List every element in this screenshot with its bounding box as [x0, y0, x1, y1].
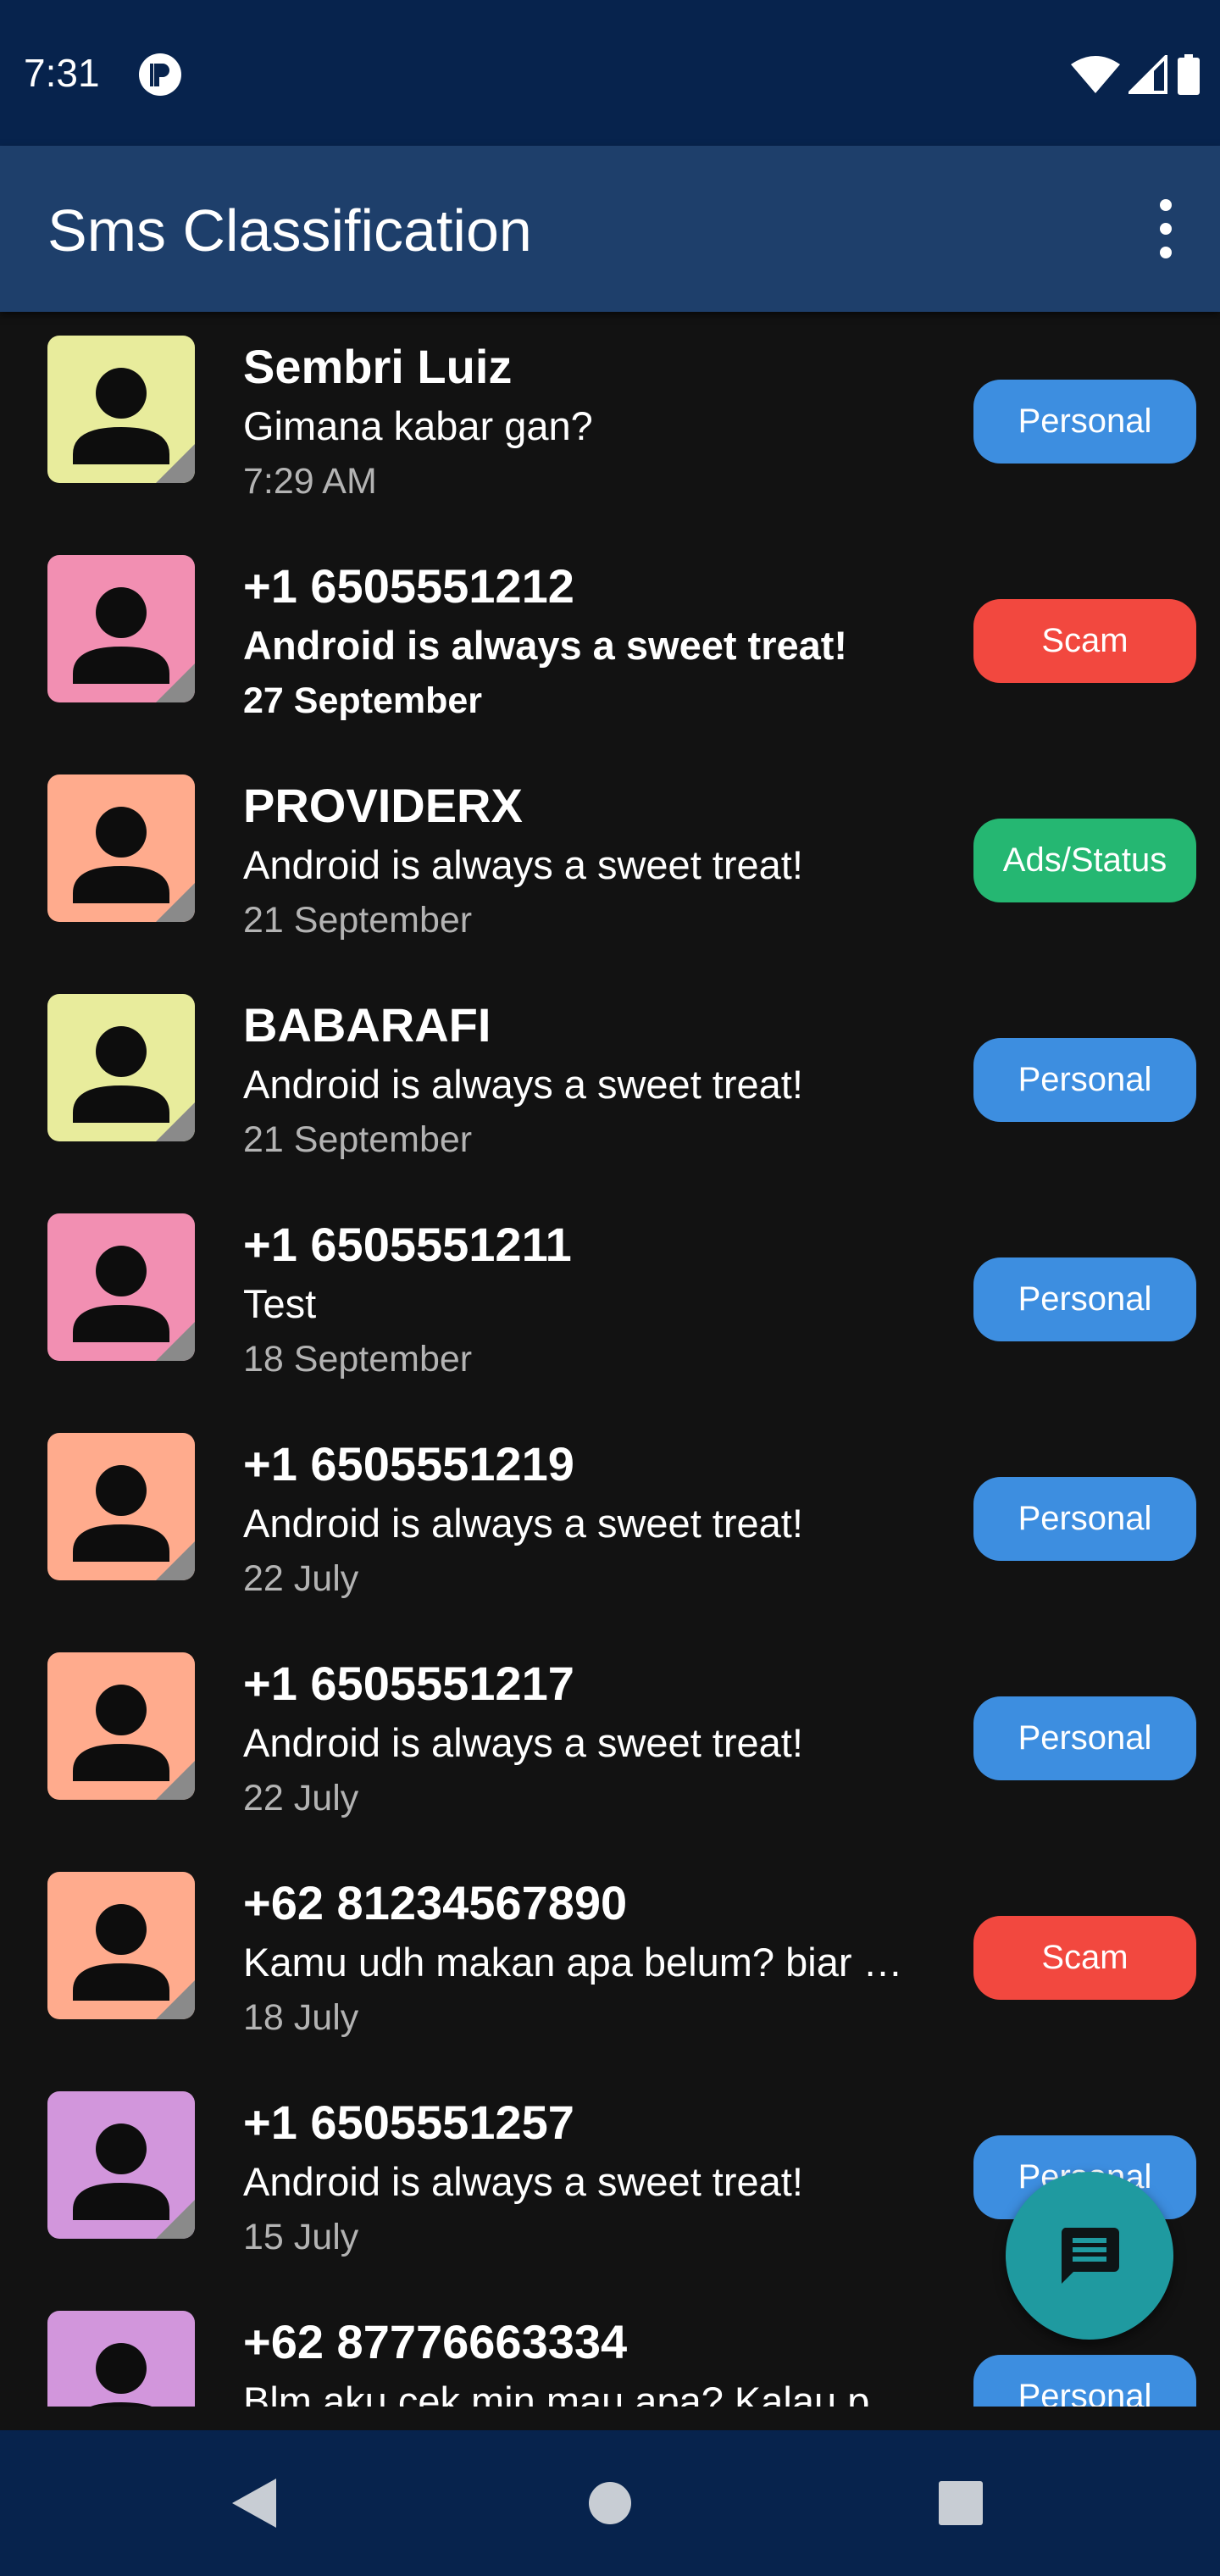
contact-avatar [47, 1652, 195, 1800]
back-button[interactable] [186, 2430, 322, 2576]
contact-avatar [47, 774, 195, 922]
message-snippet: Kamu udh makan apa belum? biar … [243, 1940, 903, 1985]
person-icon [73, 807, 195, 922]
person-icon [73, 1026, 195, 1141]
classification-badge: Scam [973, 1916, 1196, 2000]
message-snippet: Android is always a sweet treat! [243, 1501, 803, 1546]
screen: 7:31 Sms Classification Sembri Luiz Gima… [0, 0, 1220, 2576]
person-icon [90, 2343, 152, 2407]
message-row[interactable]: Sembri Luiz Gimana kabar gan? 7:29 AM Perso… [0, 312, 1220, 531]
person-icon [73, 1685, 195, 1800]
message-text-block: BABARAFI Android is always a sweet treat!… [243, 996, 921, 1165]
status-time: 7:31 [24, 51, 100, 95]
message-row[interactable]: BABARAFI Android is always a sweet treat!… [0, 970, 1220, 1190]
contact-avatar [47, 1213, 195, 1361]
contact-avatar [47, 1872, 195, 2019]
message-text-block: +1 6505551212 Android is always a sweet t… [243, 557, 921, 726]
message-snippet: Gimana kabar gan? [243, 403, 593, 448]
message-text-block: +1 6505551211 Test 18 September [243, 1215, 921, 1385]
message-sender: PROVIDERX [243, 779, 523, 832]
recents-button[interactable] [893, 2430, 1029, 2576]
message-snippet: Android is always a sweet treat! [243, 2159, 803, 2204]
message-sender: +62 81234567890 [243, 1876, 628, 1929]
message-text-block: +1 6505551257 Android is always a sweet t… [243, 2093, 921, 2262]
message-row[interactable]: PROVIDERX Android is always a sweet treat… [0, 751, 1220, 970]
message-snippet: Android is always a sweet treat! [243, 623, 848, 668]
message-date: 21 September [243, 1119, 473, 1160]
message-date: 15 July [243, 2217, 359, 2257]
message-list[interactable]: Sembri Luiz Gimana kabar gan? 7:29 AM Perso… [0, 312, 1220, 2407]
message-date: 22 July [243, 1558, 359, 1599]
message-snippet: Android is always a sweet treat! [243, 842, 803, 887]
cell-signal-icon [1128, 55, 1167, 94]
status-icons [1071, 51, 1201, 98]
message-text-block: +62 87776663334 Blm aku cek min mau apa? … [243, 2312, 921, 2407]
compose-fab[interactable] [1006, 2172, 1173, 2340]
message-row[interactable]: +1 6505551219 Android is always a sweet t… [0, 1409, 1220, 1629]
app-title: Sms Classification [47, 197, 532, 264]
message-row[interactable]: +1 6505551212 Android is always a sweet t… [0, 531, 1220, 751]
back-icon [232, 2479, 276, 2528]
privacy-p-icon [139, 53, 181, 96]
person-icon [73, 368, 195, 483]
message-sender: +1 6505551217 [243, 1657, 574, 1710]
classification-badge: Personal [973, 1257, 1196, 1341]
classification-badge: Personal [973, 1477, 1196, 1561]
battery-icon [1178, 54, 1200, 95]
home-button[interactable] [542, 2430, 678, 2576]
recents-icon [939, 2481, 983, 2525]
message-date: 21 September [243, 900, 473, 941]
message-sender: Sembri Luiz [243, 340, 513, 393]
message-sender: +1 6505551211 [243, 1218, 572, 1271]
message-text-block: +1 6505551217 Android is always a sweet t… [243, 1654, 921, 1824]
person-icon [73, 2124, 195, 2239]
message-row[interactable]: +1 6505551217 Android is always a sweet t… [0, 1629, 1220, 1848]
classification-badge: Personal [973, 2355, 1196, 2407]
navigation-bar [0, 2430, 1220, 2576]
message-text-block: Sembri Luiz Gimana kabar gan? 7:29 AM [243, 337, 921, 507]
person-icon [73, 1465, 195, 1580]
classification-badge: Personal [973, 380, 1196, 464]
message-text-block: +1 6505551219 Android is always a sweet t… [243, 1435, 921, 1604]
message-sender: +1 6505551219 [243, 1437, 574, 1491]
message-row[interactable]: +62 81234567890 Kamu udh makan apa belum?… [0, 1848, 1220, 2068]
message-snippet: Android is always a sweet treat! [243, 1062, 803, 1107]
message-date: 18 September [243, 1339, 473, 1380]
person-icon [73, 587, 195, 702]
message-text-block: +62 81234567890 Kamu udh makan apa belum?… [243, 1874, 921, 2043]
message-date: 18 July [243, 1997, 359, 2038]
contact-avatar [47, 994, 195, 1141]
message-snippet: Blm aku cek min mau apa? Kalau p… [243, 2379, 910, 2407]
app-bar: Sms Classification [0, 146, 1220, 312]
home-icon [589, 2482, 631, 2524]
classification-badge: Personal [973, 1038, 1196, 1122]
message-date: 7:29 AM [243, 461, 377, 502]
person-icon [73, 1904, 195, 2019]
message-snippet: Test [243, 1281, 317, 1326]
message-date: 27 September [243, 680, 483, 721]
contact-avatar [47, 2091, 195, 2239]
person-icon [73, 1246, 195, 1361]
message-text-block: PROVIDERX Android is always a sweet treat… [243, 776, 921, 946]
message-sender: +62 87776663334 [243, 2315, 628, 2368]
message-row[interactable]: +1 6505551211 Test 18 September Personal [0, 1190, 1220, 1409]
contact-avatar [47, 336, 195, 483]
message-snippet: Android is always a sweet treat! [243, 1720, 803, 1765]
more-vert-icon[interactable] [1149, 195, 1183, 263]
classification-badge: Ads/Status [973, 819, 1196, 902]
contact-avatar [47, 555, 195, 702]
new-message-icon [1061, 2228, 1119, 2284]
contact-avatar [47, 1433, 195, 1580]
wifi-icon [1071, 56, 1120, 93]
classification-badge: Scam [973, 599, 1196, 683]
message-date: 22 July [243, 1778, 359, 1818]
classification-badge: Personal [973, 1696, 1196, 1780]
message-sender: +1 6505551257 [243, 2096, 574, 2149]
contact-avatar [47, 2311, 195, 2407]
status-bar: 7:31 [0, 0, 1220, 146]
message-sender: BABARAFI [243, 998, 491, 1052]
message-sender: +1 6505551212 [243, 559, 574, 613]
